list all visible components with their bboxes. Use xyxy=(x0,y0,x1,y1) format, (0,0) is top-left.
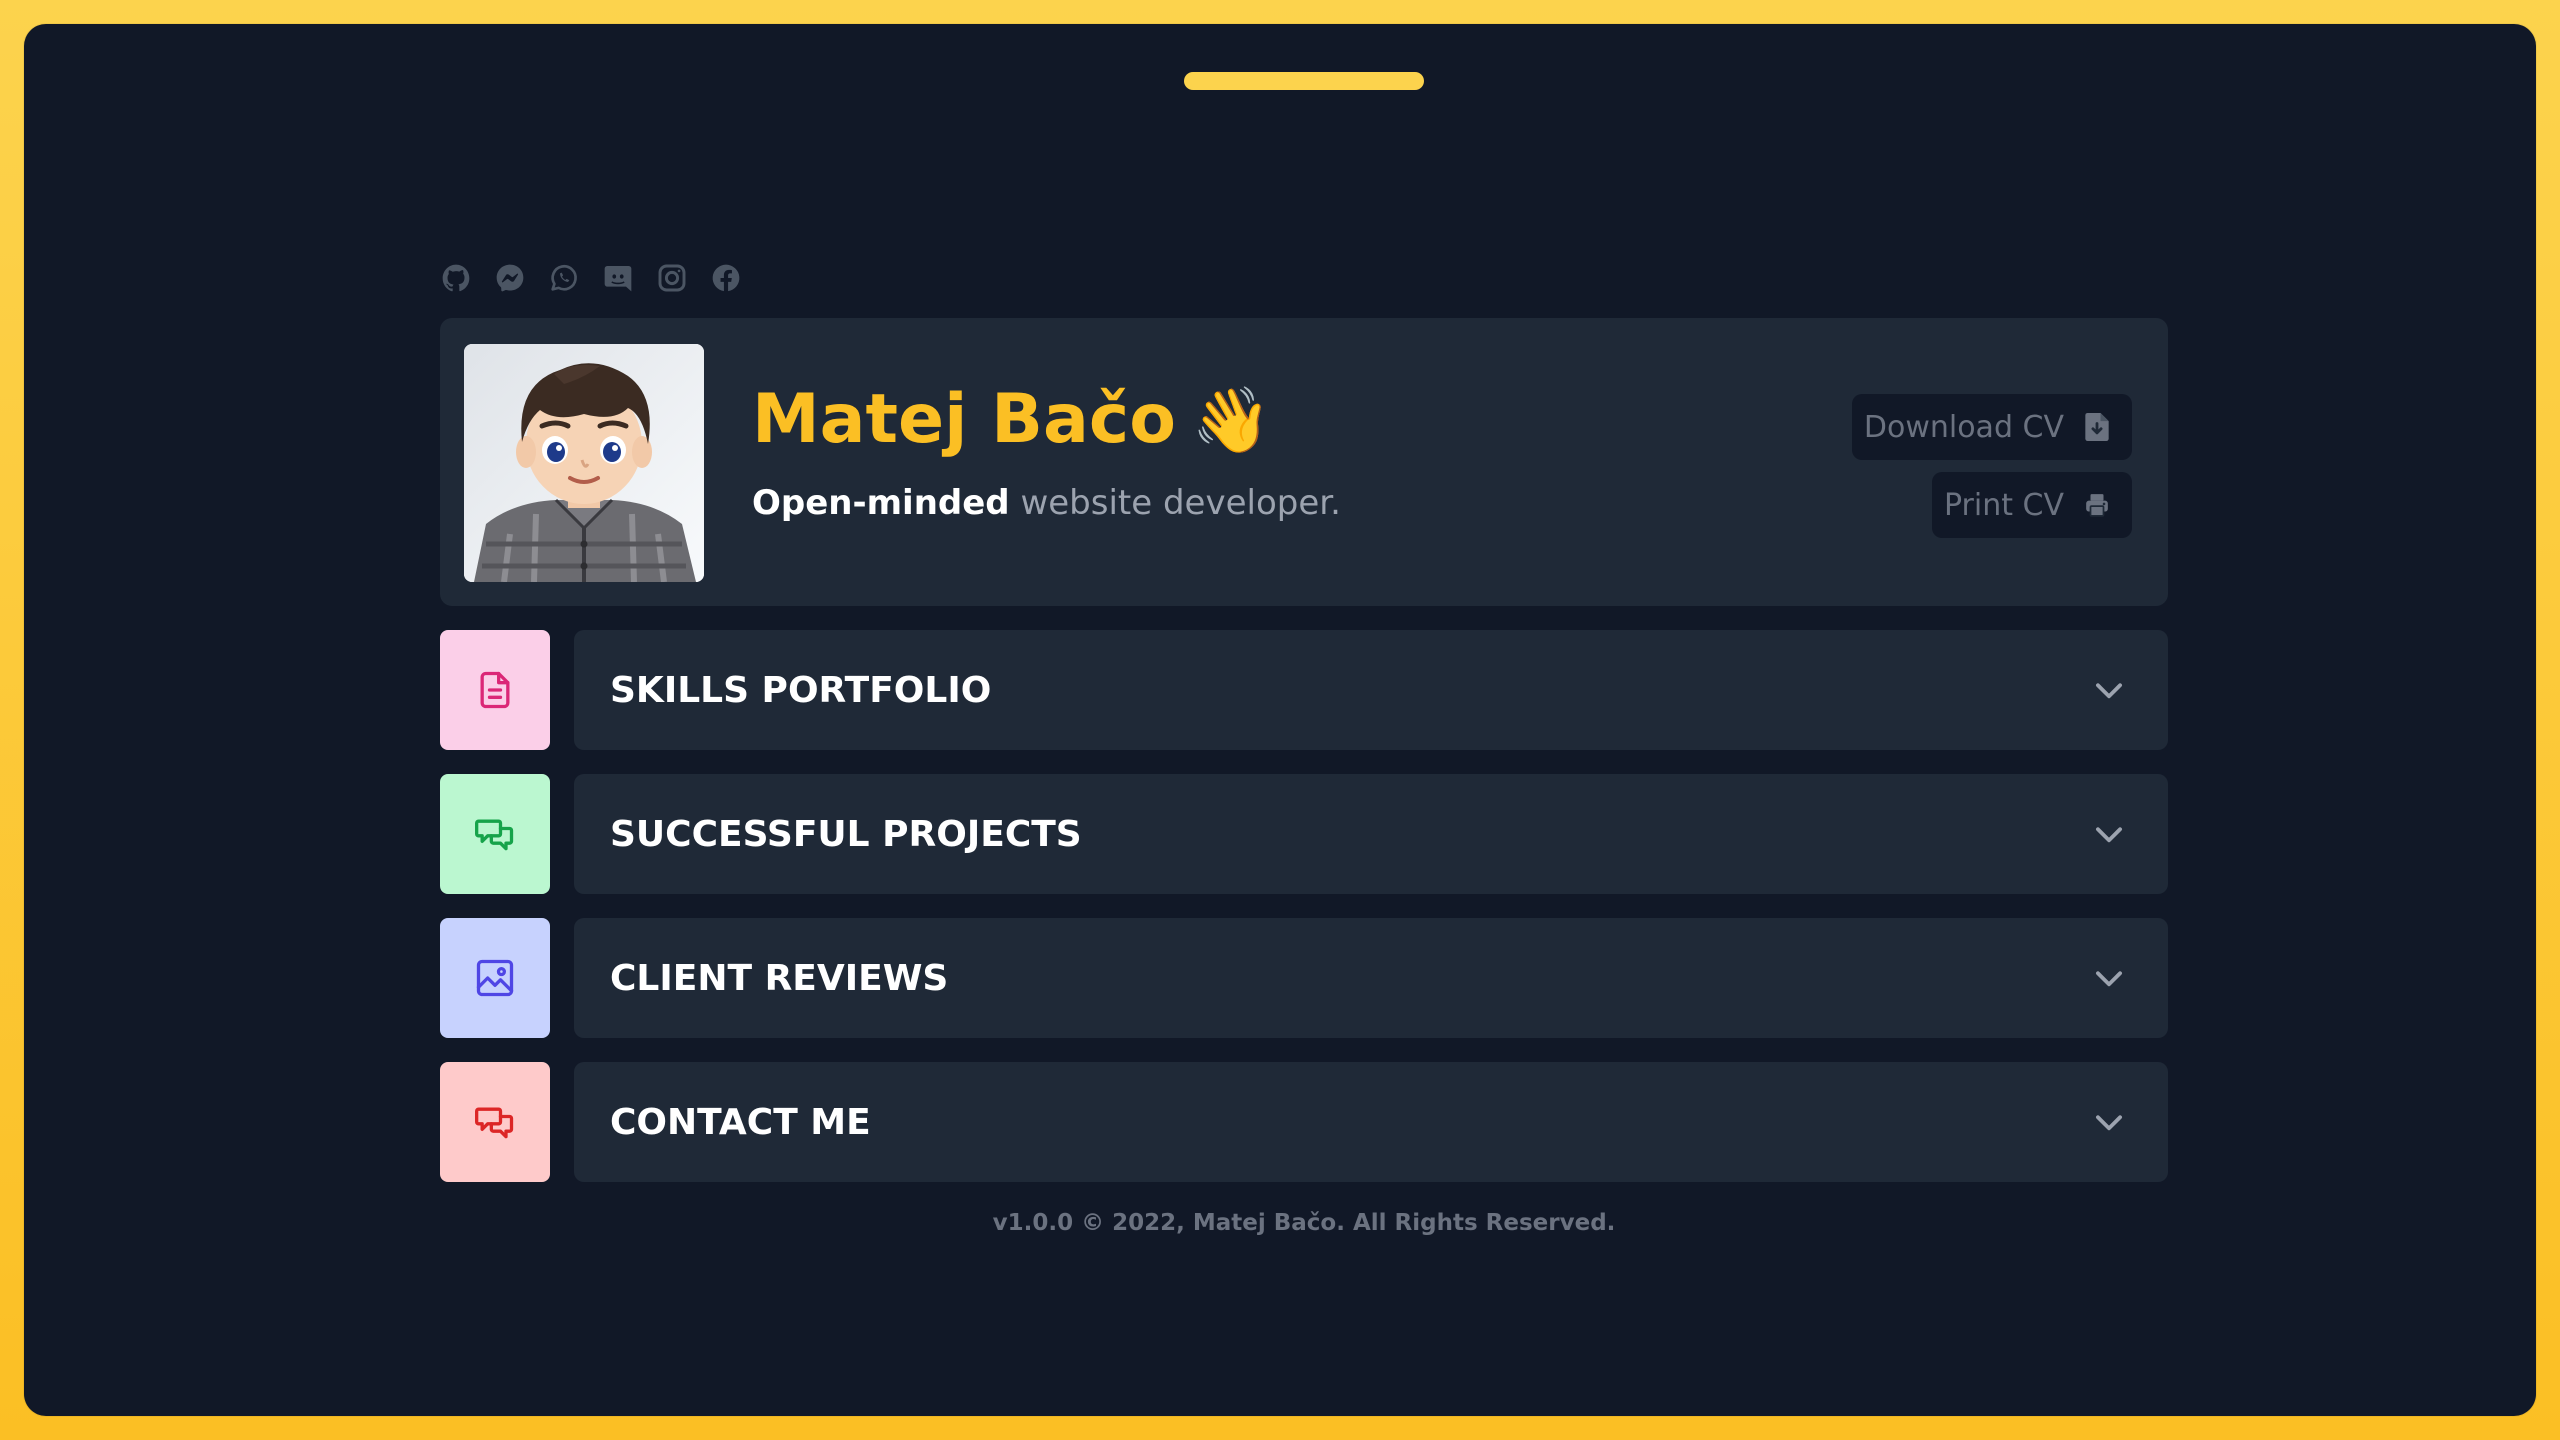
section-skills: SKILLS PORTFOLIO xyxy=(440,630,2168,750)
section-title: CLIENT REVIEWS xyxy=(610,957,949,999)
file-download-icon xyxy=(2084,413,2110,441)
app-frame: Matej Bačo 👋 Open-minded website develope… xyxy=(24,24,2536,1416)
github-icon[interactable] xyxy=(440,262,472,294)
download-cv-button[interactable]: Download CV xyxy=(1851,394,2132,460)
chevron-down-icon xyxy=(2090,671,2128,709)
tagline-strong: Open-minded xyxy=(752,483,1010,523)
profile-name: Matej Bačo 👋 xyxy=(752,380,1272,461)
section-contact: CONTACT ME xyxy=(440,1062,2168,1182)
profile-tagline: Open-minded website developer. xyxy=(752,481,1341,525)
avatar xyxy=(464,344,704,582)
section-toggle-contact[interactable]: CONTACT ME xyxy=(574,1062,2168,1182)
chat-icon xyxy=(473,1100,517,1144)
print-cv-label: Print CV xyxy=(1943,487,2064,523)
social-links xyxy=(440,260,2168,296)
profile-card: Matej Bačo 👋 Open-minded website develope… xyxy=(440,318,2168,606)
section-tile xyxy=(440,774,550,894)
section-toggle-projects[interactable]: SUCCESSFUL PROJECTS xyxy=(574,774,2168,894)
chat-icon xyxy=(473,812,517,856)
whatsapp-icon[interactable] xyxy=(548,262,580,294)
download-cv-label: Download CV xyxy=(1863,409,2064,445)
messenger-icon[interactable] xyxy=(494,262,526,294)
tagline-rest: website developer. xyxy=(1009,483,1341,523)
facebook-icon[interactable] xyxy=(710,262,742,294)
instagram-icon[interactable] xyxy=(656,262,688,294)
footer-copyright: v1.0.0 © 2022, Matej Bačo. All Rights Re… xyxy=(992,1210,1616,1236)
name-text: Matej Bačo xyxy=(752,380,1176,459)
image-icon xyxy=(473,956,517,1000)
top-handle xyxy=(1184,72,1424,90)
main-container: Matej Bačo 👋 Open-minded website develope… xyxy=(440,260,2168,1236)
document-icon xyxy=(473,668,517,712)
chevron-down-icon xyxy=(2090,1103,2128,1141)
discord-icon[interactable] xyxy=(602,262,634,294)
section-toggle-skills[interactable]: SKILLS PORTFOLIO xyxy=(574,630,2168,750)
section-tile xyxy=(440,630,550,750)
section-title: SKILLS PORTFOLIO xyxy=(610,669,992,711)
section-reviews: CLIENT REVIEWS xyxy=(440,918,2168,1038)
section-tile xyxy=(440,1062,550,1182)
section-toggle-reviews[interactable]: CLIENT REVIEWS xyxy=(574,918,2168,1038)
printer-icon xyxy=(2084,491,2110,519)
section-tile xyxy=(440,918,550,1038)
section-title: SUCCESSFUL PROJECTS xyxy=(610,813,1082,855)
chevron-down-icon xyxy=(2090,959,2128,997)
section-projects: SUCCESSFUL PROJECTS xyxy=(440,774,2168,894)
wave-emoji: 👋 xyxy=(1191,384,1272,458)
chevron-down-icon xyxy=(2090,815,2128,853)
print-cv-button[interactable]: Print CV xyxy=(1931,472,2132,538)
section-title: CONTACT ME xyxy=(610,1101,871,1143)
